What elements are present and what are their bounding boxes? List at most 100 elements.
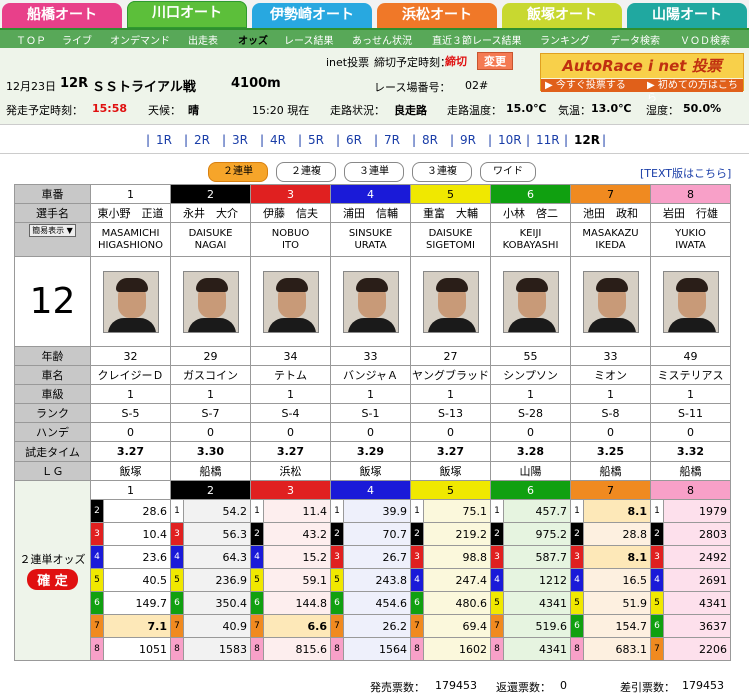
odds-value: 2492 xyxy=(663,545,731,569)
subnav-item-10[interactable]: データ検索 xyxy=(610,32,660,47)
track-value: 良走路 xyxy=(394,104,427,117)
exacta-odds-label: ２連単オッズ xyxy=(19,553,86,566)
bet-type-button-3[interactable]: ３連単 xyxy=(344,162,404,182)
odds-second-place: 2 xyxy=(570,522,584,546)
change-button[interactable]: 変更 xyxy=(477,52,513,70)
venue-tab-3[interactable]: 伊勢崎オート xyxy=(252,3,372,28)
race-separator: | xyxy=(412,133,417,147)
venue-tab-2[interactable]: 川口オート xyxy=(127,1,247,28)
subnav-item-11[interactable]: ＶＯＤ検索 xyxy=(680,32,730,47)
odds-value: 70.7 xyxy=(343,522,411,546)
venue-tab-4[interactable]: 浜松オート xyxy=(377,3,497,28)
odds-value: 144.8 xyxy=(263,591,331,615)
rider-photo xyxy=(582,270,639,333)
odds-second-place: 4 xyxy=(410,568,424,592)
odds-value: 1583 xyxy=(183,637,251,661)
rider-romanized-name: MASAMICHI HIGASHIONO xyxy=(90,222,171,257)
odds-first-place-8: 8 xyxy=(650,480,731,500)
subnav-item-4[interactable]: 出走表 xyxy=(188,32,218,47)
display-mode-cell: 簡易表示 ▼ xyxy=(14,222,91,257)
rider-cls: 1 xyxy=(170,384,251,404)
race-link-5[interactable]: 5R xyxy=(308,133,324,147)
bet-type-button-5[interactable]: ワイド xyxy=(480,162,536,182)
vote-now-link[interactable]: ▶ 今すぐ投票する xyxy=(545,79,626,92)
rider-photo xyxy=(262,270,319,333)
odds-second-place: 8 xyxy=(170,637,184,661)
inet-vote-banner[interactable]: AutoRace i net 投票 ▶ 今すぐ投票する ▶ 初めての方はこちら xyxy=(540,53,744,104)
race-separator: | xyxy=(146,133,151,147)
track-temp-value: 15.0℃ xyxy=(506,102,547,115)
odds-value: 56.3 xyxy=(183,522,251,546)
race-link-2[interactable]: 2R xyxy=(194,133,210,147)
odds-second-place: 6 xyxy=(250,591,264,615)
rider-age: 29 xyxy=(170,346,251,366)
odds-second-place: 3 xyxy=(90,522,104,546)
race-number: 12R xyxy=(60,76,89,91)
rider-lg: 浜松 xyxy=(250,461,331,481)
subnav-item-1[interactable]: ＴＯＰ xyxy=(16,32,46,47)
rider-rank: S-5 xyxy=(90,403,171,423)
rider-romanized-name: MASAKAZU IKEDA xyxy=(570,222,651,257)
text-version-link[interactable]: [TEXT版はこちら] xyxy=(640,165,731,181)
rider-age: 33 xyxy=(570,346,651,366)
rider-lg: 船橋 xyxy=(650,461,731,481)
race-separator: | xyxy=(298,133,303,147)
rider-lg: 飯塚 xyxy=(330,461,411,481)
odds-second-place: 5 xyxy=(490,591,504,615)
odds-value: 457.7 xyxy=(503,499,571,523)
first-time-link[interactable]: ▶ 初めての方はこちら xyxy=(647,79,743,105)
deadline-value: 締切 xyxy=(445,55,467,68)
display-mode-select[interactable]: 簡易表示 ▼ xyxy=(29,224,76,237)
bet-type-button-4[interactable]: ３連複 xyxy=(412,162,472,182)
race-link-1[interactable]: 1R xyxy=(156,133,172,147)
odds-second-place: 6 xyxy=(410,591,424,615)
race-link-6[interactable]: 6R xyxy=(346,133,362,147)
rider-romanized-name: DAISUKE NAGAI xyxy=(170,222,251,257)
net-tickets-label: 差引票数： xyxy=(620,681,675,694)
rider-given-name-roman: YUKIO xyxy=(675,227,706,239)
odds-value: 7.1 xyxy=(103,614,171,638)
race-separator: | xyxy=(260,133,265,147)
rider-family-name-roman: ITO xyxy=(282,239,299,251)
race-link-10[interactable]: 10R xyxy=(498,133,522,147)
rider-bike: ミステリアス xyxy=(650,365,731,385)
odds-second-place: 5 xyxy=(250,568,264,592)
bet-type-button-1[interactable]: ２連単 xyxy=(208,162,268,182)
odds-first-place-3: 3 xyxy=(250,480,331,500)
race-link-9[interactable]: 9R xyxy=(460,133,476,147)
odds-second-place: 1 xyxy=(570,499,584,523)
odds-value: 154.7 xyxy=(583,614,651,638)
venue-tab-5[interactable]: 飯塚オート xyxy=(502,3,622,28)
odds-second-place: 3 xyxy=(170,522,184,546)
subnav-item-6[interactable]: レース結果 xyxy=(284,32,334,47)
odds-second-place: 8 xyxy=(250,637,264,661)
rider-hc: 0 xyxy=(570,422,651,442)
rider-family-name-roman: URATA xyxy=(354,239,387,251)
race-link-12[interactable]: 12R xyxy=(574,133,600,147)
race-link-8[interactable]: 8R xyxy=(422,133,438,147)
race-link-11[interactable]: 11R xyxy=(536,133,560,147)
bet-type-button-2[interactable]: ２連複 xyxy=(276,162,336,182)
subnav-item-2[interactable]: ライブ xyxy=(62,32,92,47)
odds-value: 28.6 xyxy=(103,499,171,523)
odds-second-place: 8 xyxy=(490,637,504,661)
venue-tab-1[interactable]: 船橋オート xyxy=(2,3,122,28)
race-link-4[interactable]: 4R xyxy=(270,133,286,147)
race-link-7[interactable]: 7R xyxy=(384,133,400,147)
odds-value: 454.6 xyxy=(343,591,411,615)
subnav-item-7[interactable]: あっせん状況 xyxy=(352,32,412,47)
race-separator: | xyxy=(602,133,607,147)
subnav-item-5[interactable]: オッズ xyxy=(238,32,268,47)
subnav-item-3[interactable]: オンデマンド xyxy=(110,32,170,47)
subnav-item-8[interactable]: 直近３節レース結果 xyxy=(432,32,522,47)
rider-photo-cell xyxy=(490,256,571,347)
start-value: 15:58 xyxy=(92,102,128,115)
race-link-3[interactable]: 3R xyxy=(232,133,248,147)
subnav-item-9[interactable]: ランキング xyxy=(540,32,590,47)
odds-second-place: 7 xyxy=(330,614,344,638)
race-separator: | xyxy=(564,133,569,147)
odds-value: 54.2 xyxy=(183,499,251,523)
race-distance: 4100m xyxy=(231,76,281,91)
venue-tab-6[interactable]: 山陽オート xyxy=(627,3,747,28)
odds-value: 75.1 xyxy=(423,499,491,523)
